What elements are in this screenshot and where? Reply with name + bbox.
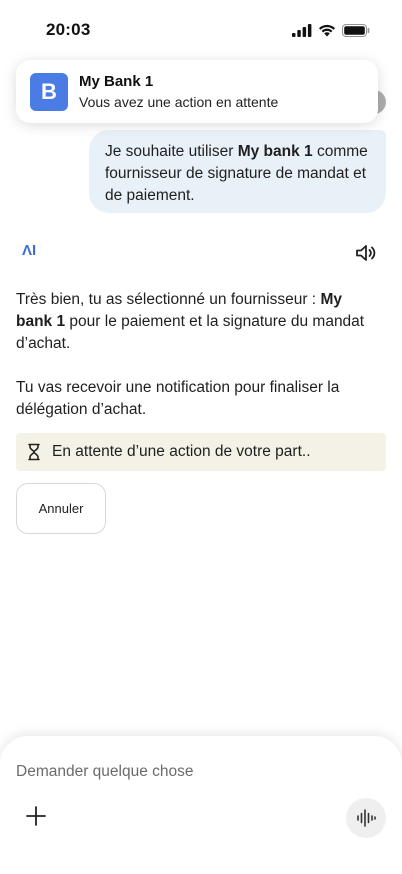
assistant-message: Très bien, tu as sélectionné un fourniss…	[16, 289, 378, 421]
push-notification[interactable]: B My Bank 1 Vous avez une action en atte…	[16, 60, 378, 123]
assistant-p1-suffix: pour le paiement et la signature du mand…	[16, 313, 365, 352]
battery-icon	[342, 23, 370, 37]
status-icons	[292, 23, 370, 37]
pending-text: En attente d’une action de votre part..	[52, 443, 311, 460]
user-message-prefix: Je souhaite utiliser	[105, 143, 238, 160]
voice-input-button[interactable]	[346, 798, 386, 838]
speaker-icon[interactable]	[354, 241, 378, 265]
cancel-button[interactable]: Annuler	[16, 483, 106, 534]
status-time: 20:03	[46, 20, 91, 39]
notification-text: My Bank 1 Vous avez une action en attent…	[79, 72, 278, 112]
wifi-icon	[319, 24, 335, 36]
status-bar: 20:03	[0, 0, 402, 60]
waveform-icon	[357, 809, 376, 827]
message-input[interactable]	[16, 760, 376, 784]
bank-app-icon: B	[30, 72, 68, 111]
message-composer	[0, 736, 402, 874]
user-message-bank: My bank 1	[237, 143, 313, 160]
hourglass-icon	[28, 443, 40, 461]
assistant-paragraph-1: Très bien, tu as sélectionné un fourniss…	[16, 289, 378, 355]
pending-action-banner: En attente d’une action de votre part..	[16, 433, 386, 471]
cellular-signal-icon	[292, 23, 312, 37]
assistant-p1-prefix: Très bien, tu as sélectionné un fourniss…	[16, 291, 321, 308]
add-attachment-button[interactable]	[22, 802, 50, 830]
user-message-bubble: Je souhaite utiliser My bank 1 comme fou…	[89, 130, 386, 213]
chat-screen: 20:03 Je souhaite utiliser My bank 1 com…	[0, 0, 402, 874]
notification-body: Vous avez une action en attente	[79, 93, 279, 110]
assistant-paragraph-2: Tu vas recevoir une notification pour fi…	[16, 379, 340, 418]
notification-title: My Bank 1	[79, 72, 154, 90]
plus-icon	[26, 806, 46, 826]
assistant-logo: ΛI	[22, 242, 37, 259]
